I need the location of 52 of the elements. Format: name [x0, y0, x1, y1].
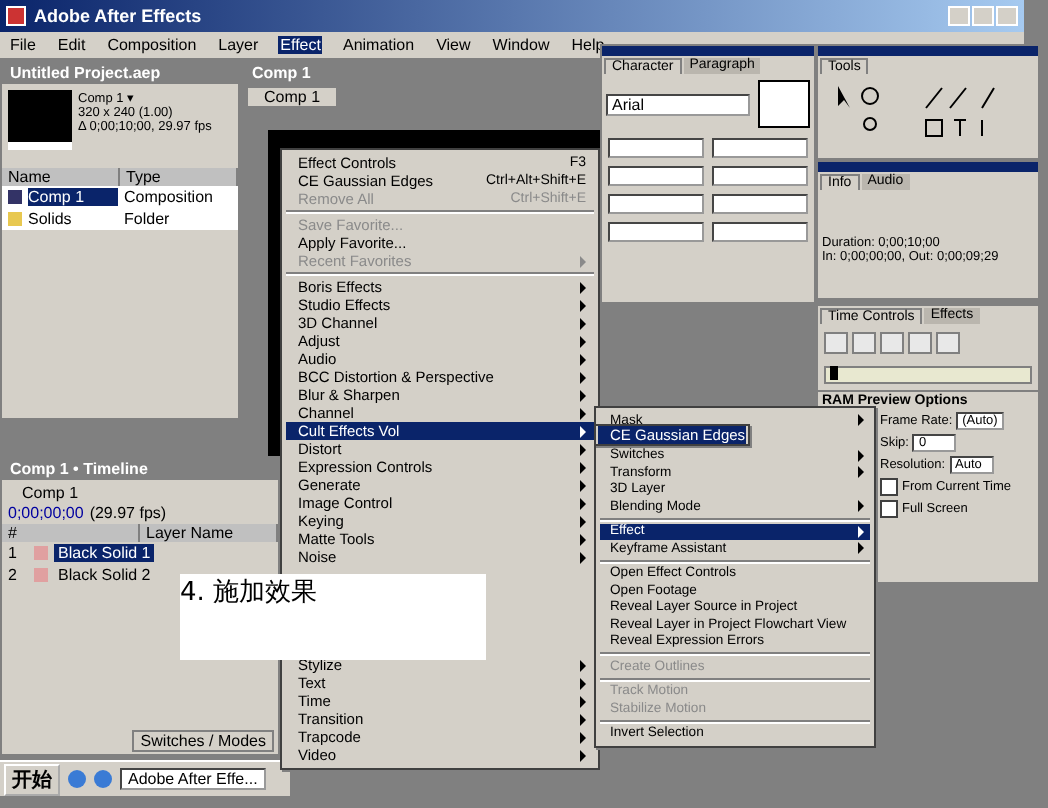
- menu-bar-item[interactable]: View: [434, 36, 473, 54]
- menu-bar-item[interactable]: Window: [490, 36, 552, 54]
- font-dropdown[interactable]: Arial: [606, 93, 750, 115]
- playback-button[interactable]: [908, 332, 932, 354]
- current-time[interactable]: 0;00;00;00: [8, 504, 84, 522]
- spinner-field[interactable]: [712, 194, 808, 214]
- project-item[interactable]: Comp 1: [28, 188, 118, 206]
- layer-number: 1: [8, 544, 19, 562]
- playback-button[interactable]: [852, 332, 876, 354]
- playback-button[interactable]: [824, 332, 848, 354]
- window-title: Untitled Project.aep: [2, 62, 238, 84]
- item-type: Folder: [124, 210, 170, 228]
- spinner-field[interactable]: [608, 138, 704, 158]
- playback-button[interactable]: [936, 332, 960, 354]
- spinner-field[interactable]: [712, 138, 808, 158]
- spinner-field[interactable]: [712, 222, 808, 242]
- switches-modes-button[interactable]: Switches / Modes: [132, 730, 274, 752]
- app-title: Adobe After Effects: [34, 6, 202, 26]
- caption-text: 4. 施加效果: [180, 578, 318, 608]
- submenu-arrow-icon: [858, 414, 864, 427]
- item-type: Composition: [124, 188, 213, 206]
- layer-number: 2: [8, 566, 19, 584]
- spinner-field[interactable]: [608, 222, 704, 242]
- comp-tab[interactable]: Comp 1: [248, 88, 337, 106]
- column-header[interactable]: #: [2, 524, 140, 542]
- spinner-field[interactable]: [608, 166, 704, 186]
- spinner-field[interactable]: [608, 194, 704, 214]
- menu-bar-item[interactable]: Animation: [340, 36, 417, 54]
- start-button[interactable]: 开始: [4, 763, 60, 795]
- playback-button[interactable]: [880, 332, 904, 354]
- checkbox[interactable]: [880, 500, 898, 518]
- menu-bar-item[interactable]: Edit: [55, 36, 88, 54]
- layer-name[interactable]: Black Solid 2: [54, 566, 155, 584]
- checkbox[interactable]: [880, 478, 898, 496]
- project-item[interactable]: Solids: [28, 210, 118, 228]
- menu-bar-item[interactable]: Composition: [105, 36, 199, 54]
- spinner-field[interactable]: [712, 166, 808, 186]
- folder-icon: [8, 212, 22, 226]
- submenu-arrow-icon: [580, 255, 586, 267]
- time-slider-thumb[interactable]: [830, 366, 839, 380]
- composition-icon: [8, 190, 22, 204]
- menu-bar-item[interactable]: File: [8, 36, 38, 54]
- app-icon: [6, 6, 26, 26]
- layer-name[interactable]: Black Solid 1: [54, 544, 155, 562]
- frame-rate-text: (29.97 fps): [89, 504, 167, 522]
- color-swatch[interactable]: [758, 80, 810, 128]
- column-header[interactable]: Layer Name: [140, 524, 278, 542]
- comp-thumbnail: [8, 90, 72, 150]
- menu-bar-item[interactable]: Layer: [216, 36, 261, 54]
- taskbar-button[interactable]: Adobe After Effe...: [120, 768, 266, 790]
- window-title: Comp 1 • Timeline: [2, 458, 278, 480]
- menu-bar-item[interactable]: Effect: [278, 36, 323, 54]
